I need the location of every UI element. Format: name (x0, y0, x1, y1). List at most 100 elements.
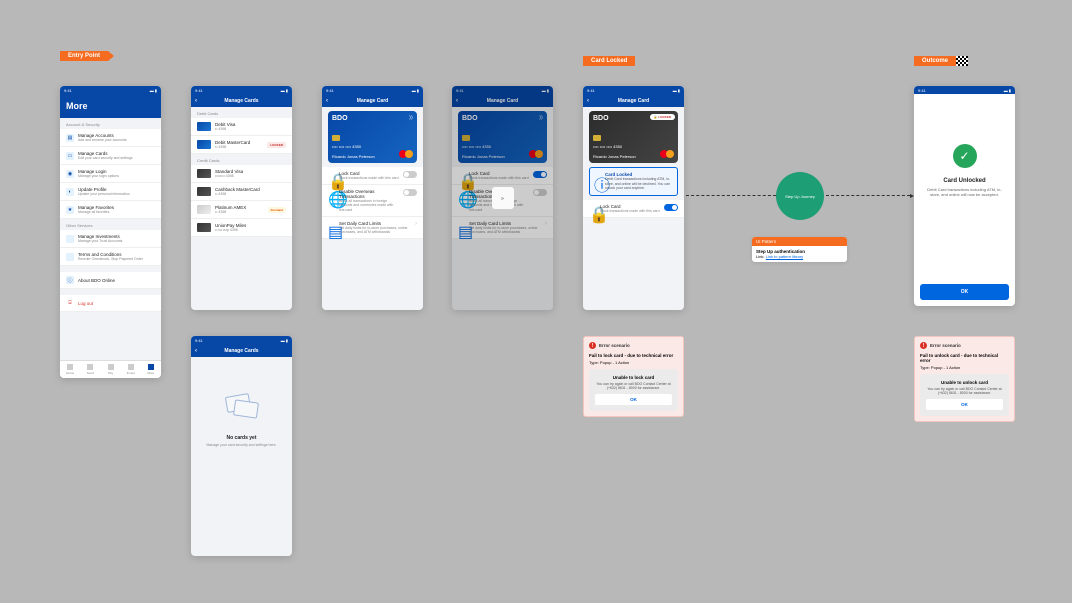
empty-title: No cards yet (201, 435, 282, 441)
header: ‹Manage Cards (191, 94, 292, 107)
ui-pattern-note: UI Pattern Step Up authentication Link: … (752, 237, 847, 262)
locked-chip: 🔒 LOCKED (650, 114, 675, 120)
send-icon (87, 364, 93, 370)
menu-manage-favorites[interactable]: ★Manage FavoritesManage all favorites (60, 201, 161, 219)
back-icon[interactable]: ‹ (195, 98, 197, 104)
error-dialog: Unable to unlock card You can try again … (920, 374, 1009, 416)
section-credit: Credit Cards (191, 154, 292, 165)
back-icon[interactable]: ‹ (326, 98, 328, 104)
header: ‹Manage Cards (191, 344, 292, 357)
mastercard-icon (399, 150, 413, 159)
menu-investments[interactable]: Manage InvestmentsManage your Trust Acco… (60, 230, 161, 248)
ok-button[interactable]: OK (920, 284, 1009, 300)
card-holder: Ricardo Jonas Peterson (332, 154, 375, 159)
card-number: •••• •••• •••• 4350 (332, 144, 361, 149)
lock-icon: 🔒 (328, 172, 335, 179)
dialog-ok-button[interactable]: OK (926, 399, 1003, 410)
info-icon: ⓘ (594, 172, 601, 179)
opt-limits[interactable]: ▤Set Daily Card LimitsSet daily limits f… (322, 217, 423, 239)
contactless-icon: ⟩⟩ (409, 115, 413, 121)
info-icon: ⓘ (66, 276, 74, 284)
menu-update-profile[interactable]: ◐Update ProfileUpdate your personal info… (60, 183, 161, 201)
card-thumb (197, 187, 211, 196)
tab-more[interactable]: More (141, 361, 161, 378)
header-more: More (60, 94, 161, 118)
note-link-label: Link: (756, 254, 764, 259)
toggle-lock[interactable] (403, 171, 417, 178)
phone-card-list: 9:41▬ ▮ ‹Manage Cards Debit Cards Debit … (191, 86, 292, 310)
menu-logout[interactable]: ⍈Log out (60, 295, 161, 312)
empty-illustration (222, 387, 262, 427)
opt-lock[interactable]: 🔒Lock CardBlock transactions made with t… (322, 167, 423, 185)
error-icon: ! (589, 342, 596, 349)
card-thumb (197, 223, 211, 232)
limit-icon: ▤ (328, 222, 335, 229)
menu-about[interactable]: ⓘAbout BDO Online (60, 272, 161, 289)
error-type: Type: Popup - 1 Action (920, 365, 1009, 370)
card-logo: BDO (332, 115, 413, 122)
card-cashback[interactable]: Cashback MasterCard•• 4398 (191, 183, 292, 201)
card-visual-locked: BDO 🔒 LOCKED •••• •••• •••• 4350 Ricardo… (589, 111, 678, 163)
card-debit-visa[interactable]: Debit Visa•• 4398 (191, 118, 292, 136)
menu-terms[interactable]: Terms and ConditionsReorder Checkbook, S… (60, 248, 161, 266)
section-other: Other Services (60, 219, 161, 230)
error-unlock: !Error scenario Fail to unlock card - du… (914, 336, 1015, 422)
toggle-overseas[interactable] (403, 189, 417, 196)
more-icon (148, 364, 154, 370)
favorites-icon: ★ (66, 206, 74, 214)
card-amex[interactable]: Platinum AMEX•• 4398Dormant (191, 201, 292, 219)
note-link[interactable]: Link to pattern library (766, 254, 803, 259)
phone-empty: 9:41▬ ▮ ‹Manage Cards No cards yet Manag… (191, 336, 292, 556)
tab-home[interactable]: Home (60, 361, 80, 378)
tab-send[interactable]: Send (80, 361, 100, 378)
error-icon: ! (920, 342, 927, 349)
statusbar: 9:41▬ ▮ (191, 86, 292, 94)
menu-manage-accounts[interactable]: ▤Manage AccountsAdd and rename your acco… (60, 129, 161, 147)
empty-sub: Manage your card security and settings h… (201, 443, 282, 447)
card-std-visa[interactable]: Standard Visa•••••••• 4398 (191, 165, 292, 183)
menu-manage-cards[interactable]: ▭Manage CardsEdit your card security and… (60, 147, 161, 165)
tab-invest[interactable]: Invest (121, 361, 141, 378)
globe-icon: 🌐 (328, 190, 335, 197)
tag-entry: Entry Point (60, 51, 108, 61)
error-title: Fail to lock card - due to technical err… (589, 353, 678, 358)
menu-manage-login[interactable]: ◉Manage LoginManage your login options (60, 165, 161, 183)
card-debit-mc[interactable]: Debit MasterCard•• 4398LOCKED (191, 136, 292, 154)
card-thumb (197, 205, 211, 214)
signal-icon: ▬ ▮ (150, 88, 157, 93)
pay-icon (108, 364, 114, 370)
accounts-icon: ▤ (66, 134, 74, 142)
cards-icon: ▭ (66, 152, 74, 160)
terms-icon (66, 253, 74, 261)
logout-icon: ⍈ (66, 299, 74, 307)
arrow (686, 195, 776, 196)
card-visual: BDO ⟩⟩ •••• •••• •••• 4350 Ricardo Jonas… (328, 111, 417, 163)
error-type: Type: Popup - 1 Action (589, 360, 678, 365)
dialog-ok-button[interactable]: OK (595, 394, 672, 405)
tabbar: Home Send Pay Invest More (60, 360, 161, 378)
phone-card-toggling: 9:41▬ ▮ ‹Manage Card BDO ⟩⟩ •••• •••• ••… (452, 86, 553, 310)
toggle-lock[interactable] (664, 204, 678, 211)
loading-spinner: ⟳ (492, 187, 514, 209)
error-lock: !Error scenario Fail to lock card - due … (583, 336, 684, 417)
card-thumb (197, 122, 211, 131)
phone-card-locked: 9:41▬ ▮ ‹Manage Card BDO 🔒 LOCKED •••• •… (583, 86, 684, 310)
back-icon[interactable]: ‹ (195, 348, 197, 354)
flow-step-up: Step Up Journey (776, 172, 824, 220)
phone-card-off: 9:41▬ ▮ ‹Manage Card BDO ⟩⟩ •••• •••• ••… (322, 86, 423, 310)
section-debit: Debit Cards (191, 107, 292, 118)
loading-overlay: ⟳ (452, 86, 553, 310)
success-title: Card Unlocked (914, 178, 1015, 184)
tab-pay[interactable]: Pay (100, 361, 120, 378)
card-unionpay[interactable]: UnionPay Miles•• no exp 4398 (191, 219, 292, 237)
locked-notice: ⓘ Card LockedDebit Card transactions inc… (589, 167, 678, 196)
success-sub: Debit Card transactions including ATM, i… (914, 187, 1015, 197)
opt-lock[interactable]: 🔒Lock CardBlock transactions made with t… (583, 200, 684, 218)
back-icon[interactable]: ‹ (587, 98, 589, 104)
login-icon: ◉ (66, 170, 74, 178)
error-dialog: Unable to lock card You can try again or… (589, 369, 678, 411)
phone-success: 9:41▬ ▮ ✓ Card Unlocked Debit Card trans… (914, 86, 1015, 306)
success-check-icon: ✓ (953, 144, 977, 168)
statusbar: 9:41▬ ▮ (60, 86, 161, 94)
section-account: Account & Security (60, 118, 161, 129)
